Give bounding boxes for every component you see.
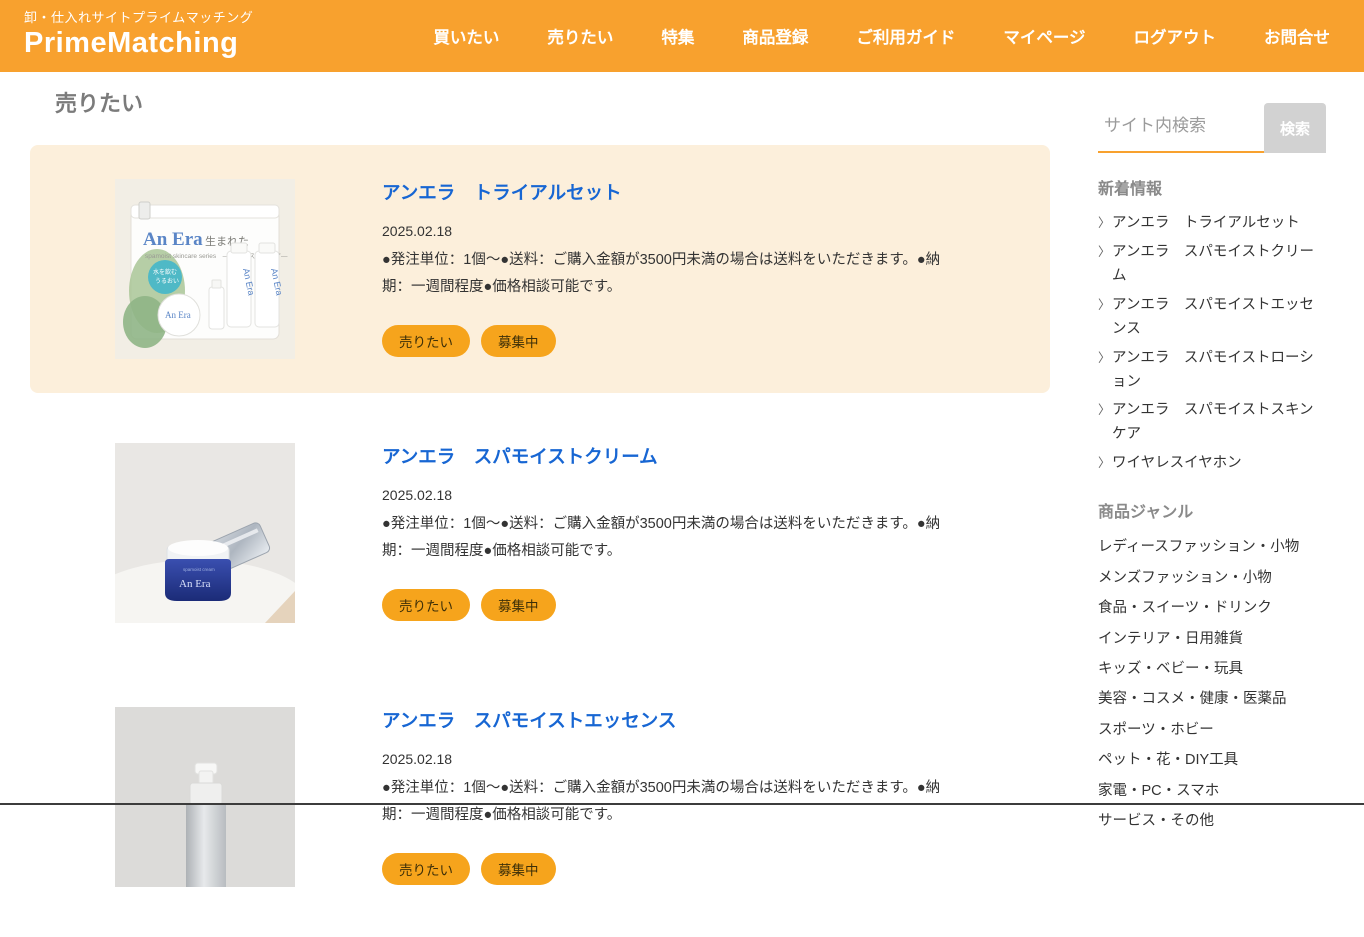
chevron-right-icon: 〉 bbox=[1098, 213, 1111, 234]
product-date: 2025.02.18 bbox=[382, 751, 960, 767]
chevron-right-icon: 〉 bbox=[1098, 348, 1111, 369]
nav-item-buy[interactable]: 買いたい bbox=[433, 24, 499, 48]
genre-link-beauty-cosme-health[interactable]: 美容・コスメ・健康・医薬品 bbox=[1098, 684, 1326, 714]
nav-item-sell[interactable]: 売りたい bbox=[547, 24, 613, 48]
search-button[interactable]: 検索 bbox=[1264, 103, 1326, 153]
nav-item-contact[interactable]: お問合せ bbox=[1264, 24, 1330, 48]
product-card-trial-set: An Era 生まれた spamoist skincare series ―化粧… bbox=[30, 145, 1050, 393]
chevron-right-icon: 〉 bbox=[1098, 295, 1111, 316]
nav-item-register-product[interactable]: 商品登録 bbox=[742, 24, 808, 48]
chevron-right-icon: 〉 bbox=[1098, 400, 1111, 421]
product-photo-trial-set[interactable]: An Era 生まれた spamoist skincare series ―化粧… bbox=[115, 179, 295, 359]
product-title-link[interactable]: アンエラ スパモイストクリーム bbox=[382, 443, 960, 469]
genre-link-mens-fashion[interactable]: メンズファッション・小物 bbox=[1098, 563, 1326, 593]
product-list: An Era 生まれた spamoist skincare series ―化粧… bbox=[30, 145, 1050, 937]
product-date: 2025.02.18 bbox=[382, 487, 960, 503]
badge-sell[interactable]: 売りたい bbox=[382, 589, 470, 621]
product-card-spamoist-cream: An Era spamoist cream アンエラ スパモイストクリーム 20… bbox=[30, 409, 1050, 657]
nav-item-feature[interactable]: 特集 bbox=[661, 24, 694, 48]
genre-link-food-sweets-drink[interactable]: 食品・スイーツ・ドリンク bbox=[1098, 593, 1326, 623]
product-date: 2025.02.18 bbox=[382, 223, 960, 239]
genre-link-pet-flower-diy[interactable]: ペット・花・DIY工具 bbox=[1098, 745, 1326, 775]
product-title-link[interactable]: アンエラ トライアルセット bbox=[382, 179, 960, 205]
new-arrival-label: アンエラ スパモイストクリーム bbox=[1112, 244, 1314, 284]
badge-recruiting[interactable]: 募集中 bbox=[481, 589, 556, 621]
sidebar: 検索 新着情報 〉 アンエラ トライアルセット 〉 アンエラ スパモイストクリー… bbox=[1098, 103, 1326, 837]
badge-sell[interactable]: 売りたい bbox=[382, 853, 470, 885]
svg-text:水を飲む: 水を飲む bbox=[153, 268, 177, 276]
badge-row: 売りたい 募集中 bbox=[382, 325, 960, 357]
new-arrival-link[interactable]: 〉 アンエラ トライアルセット bbox=[1098, 212, 1326, 236]
nav-item-logout[interactable]: ログアウト bbox=[1134, 24, 1217, 48]
svg-text:spamoist cream: spamoist cream bbox=[183, 567, 215, 572]
genre-link-ladies-fashion[interactable]: レディースファッション・小物 bbox=[1098, 532, 1326, 562]
new-arrival-link[interactable]: 〉 アンエラ スパモイストクリーム bbox=[1098, 241, 1326, 289]
brand-tagline: 卸・仕入れサイトプライムマッチング bbox=[24, 7, 253, 26]
chevron-right-icon: 〉 bbox=[1098, 453, 1111, 474]
product-info: アンエラ トライアルセット 2025.02.18 ●発注単位：1個～●送料：ご購… bbox=[382, 179, 960, 359]
new-arrivals-heading: 新着情報 bbox=[1098, 175, 1326, 199]
new-arrival-label: アンエラ スパモイストスキンケア bbox=[1112, 402, 1314, 442]
new-arrivals-list: 〉 アンエラ トライアルセット 〉 アンエラ スパモイストクリーム 〉 アンエラ… bbox=[1098, 212, 1326, 476]
genre-link-service-other[interactable]: サービス・その他 bbox=[1098, 806, 1326, 836]
badge-sell[interactable]: 売りたい bbox=[382, 325, 470, 357]
site-search: 検索 bbox=[1098, 103, 1326, 153]
badge-recruiting[interactable]: 募集中 bbox=[481, 325, 556, 357]
site-header: 卸・仕入れサイトプライムマッチング PrimeMatching 買いたい 売りた… bbox=[0, 0, 1364, 72]
brand-block[interactable]: 卸・仕入れサイトプライムマッチング PrimeMatching bbox=[0, 0, 253, 72]
main-nav: 買いたい 売りたい 特集 商品登録 ご利用ガイド マイページ ログアウト お問合… bbox=[433, 0, 1364, 72]
nav-item-mypage[interactable]: マイページ bbox=[1003, 24, 1085, 48]
product-title-link[interactable]: アンエラ スパモイストエッセンス bbox=[382, 707, 960, 733]
badge-row: 売りたい 募集中 bbox=[382, 853, 960, 885]
genre-link-appliance-pc-phone[interactable]: 家電・PC・スマホ bbox=[1098, 776, 1326, 806]
product-description: ●発注単位：1個～●送料：ご購入金額が3500円未満の場合は送料をいただきます。… bbox=[382, 247, 960, 301]
chevron-right-icon: 〉 bbox=[1098, 242, 1111, 263]
product-description: ●発注単位：1個～●送料：ご購入金額が3500円未満の場合は送料をいただきます。… bbox=[382, 775, 960, 829]
genre-link-sports-hobby[interactable]: スポーツ・ホビー bbox=[1098, 715, 1326, 745]
product-card-spamoist-essence: アンエラ スパモイストエッセンス 2025.02.18 ●発注単位：1個～●送料… bbox=[30, 673, 1050, 921]
product-photo-spamoist-essence[interactable] bbox=[115, 707, 295, 887]
product-photo-spamoist-cream[interactable]: An Era spamoist cream bbox=[115, 443, 295, 623]
new-arrival-label: アンエラ スパモイストローション bbox=[1112, 350, 1314, 390]
new-arrival-label: アンエラ スパモイストエッセンス bbox=[1112, 297, 1314, 337]
new-arrival-label: ワイヤレスイヤホン bbox=[1112, 455, 1242, 471]
new-arrival-link[interactable]: 〉 ワイヤレスイヤホン bbox=[1098, 452, 1326, 476]
genre-link-interior-daily[interactable]: インテリア・日用雑貨 bbox=[1098, 624, 1326, 654]
genre-link-kids-baby-toys[interactable]: キッズ・ベビー・玩具 bbox=[1098, 654, 1326, 684]
product-info: アンエラ スパモイストエッセンス 2025.02.18 ●発注単位：1個～●送料… bbox=[382, 707, 960, 887]
badge-row: 売りたい 募集中 bbox=[382, 589, 960, 621]
svg-text:An Era: An Era bbox=[143, 229, 203, 250]
page-title: 売りたい bbox=[55, 86, 143, 118]
svg-text:うるおい: うるおい bbox=[155, 278, 179, 285]
genre-list: レディースファッション・小物 メンズファッション・小物 食品・スイーツ・ドリンク… bbox=[1098, 532, 1326, 836]
brand-logo[interactable]: PrimeMatching bbox=[24, 27, 253, 60]
product-description: ●発注単位：1個～●送料：ご購入金額が3500円未満の場合は送料をいただきます。… bbox=[382, 511, 960, 565]
new-arrival-link[interactable]: 〉 アンエラ スパモイストローション bbox=[1098, 347, 1326, 395]
genres-heading: 商品ジャンル bbox=[1098, 498, 1326, 522]
new-arrival-link[interactable]: 〉 アンエラ スパモイストエッセンス bbox=[1098, 294, 1326, 342]
nav-item-guide[interactable]: ご利用ガイド bbox=[856, 24, 955, 48]
new-arrival-label: アンエラ トライアルセット bbox=[1112, 215, 1300, 231]
svg-text:An Era: An Era bbox=[165, 310, 191, 320]
search-input[interactable] bbox=[1098, 103, 1264, 153]
badge-recruiting[interactable]: 募集中 bbox=[481, 853, 556, 885]
new-arrival-link[interactable]: 〉 アンエラ スパモイストスキンケア bbox=[1098, 399, 1326, 447]
product-info: アンエラ スパモイストクリーム 2025.02.18 ●発注単位：1個～●送料：… bbox=[382, 443, 960, 623]
svg-text:An Era: An Era bbox=[179, 578, 211, 590]
